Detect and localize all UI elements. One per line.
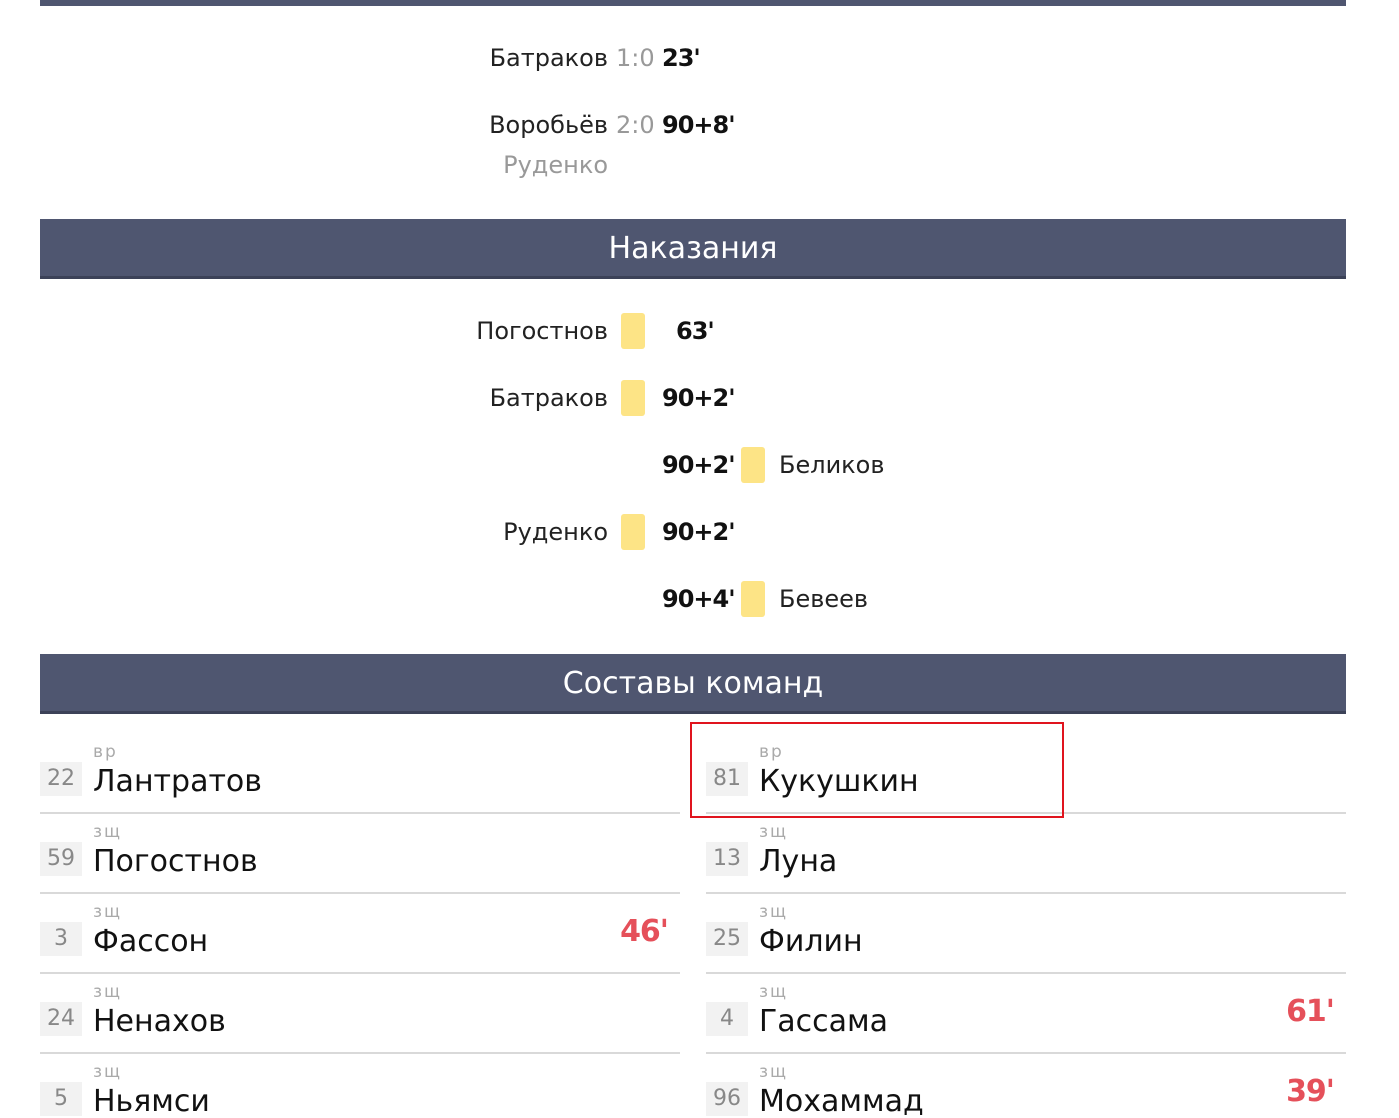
goal-scorer[interactable]: Батраков <box>490 44 608 72</box>
goal-row: Воробьёв 2:0 90+8' Руденко <box>0 111 1399 179</box>
away-player-row[interactable]: 96 зщ Мохаммад 39' <box>706 1054 1346 1118</box>
player-name[interactable]: Погостнов <box>93 844 258 879</box>
player-number: 13 <box>706 842 748 876</box>
yellow-card-icon <box>621 380 645 416</box>
goal-score: 1:0 <box>616 44 655 72</box>
player-position: вр <box>93 742 118 762</box>
player-position: зщ <box>93 902 123 922</box>
penalty-minute: 90+2' <box>662 518 736 546</box>
home-player-row[interactable]: 5 зщ Ньямси <box>40 1054 680 1118</box>
penalty-player[interactable]: Бевеев <box>779 585 868 613</box>
penalty-row: 90+4' Бевеев <box>0 581 1399 625</box>
home-player-row[interactable]: 3 зщ Фассон 46' <box>40 894 680 974</box>
penalties-header: Наказания <box>40 219 1346 279</box>
away-player-row[interactable]: 25 зщ Филин <box>706 894 1346 974</box>
player-name[interactable]: Ньямси <box>93 1084 210 1118</box>
penalty-row: Батраков 90+2' <box>0 380 1399 424</box>
penalty-row: Руденко 90+2' <box>0 514 1399 558</box>
player-name[interactable]: Фассон <box>93 924 208 959</box>
penalty-player[interactable]: Руденко <box>503 518 608 546</box>
yellow-card-icon <box>741 581 765 617</box>
substitution-minute: 61' <box>1286 994 1335 1029</box>
player-name[interactable]: Филин <box>759 924 863 959</box>
penalty-row: Погостнов 63' <box>0 313 1399 357</box>
goal-minute: 90+8' <box>662 111 736 139</box>
player-position: зщ <box>93 982 123 1002</box>
player-number: 25 <box>706 922 748 956</box>
player-number: 5 <box>40 1082 82 1116</box>
goal-row: Батраков 1:0 23' <box>0 44 1399 84</box>
lineups-header: Составы команд <box>40 654 1346 714</box>
substitution-minute: 39' <box>1286 1074 1335 1109</box>
penalty-minute: 63' <box>676 317 715 345</box>
section-header-bar <box>40 0 1346 6</box>
penalty-player[interactable]: Беликов <box>779 451 885 479</box>
player-number: 24 <box>40 1002 82 1036</box>
goal-score: 2:0 <box>616 111 655 139</box>
player-position: зщ <box>93 822 123 842</box>
player-name[interactable]: Ненахов <box>93 1004 226 1039</box>
player-name[interactable]: Лантратов <box>93 764 262 799</box>
player-number: 4 <box>706 1002 748 1036</box>
player-number: 3 <box>40 922 82 956</box>
player-position: зщ <box>759 902 789 922</box>
away-player-row[interactable]: 4 зщ Гассама 61' <box>706 974 1346 1054</box>
yellow-card-icon <box>621 313 645 349</box>
player-name[interactable]: Луна <box>759 844 837 879</box>
player-number: 59 <box>40 842 82 876</box>
goal-assist[interactable]: Руденко <box>503 151 608 179</box>
player-position: зщ <box>759 822 789 842</box>
penalty-minute: 90+2' <box>662 451 736 479</box>
selection-highlight-box <box>690 722 1064 818</box>
penalty-minute: 90+4' <box>662 585 736 613</box>
home-player-row[interactable]: 24 зщ Ненахов <box>40 974 680 1054</box>
yellow-card-icon <box>741 447 765 483</box>
yellow-card-icon <box>621 514 645 550</box>
player-position: зщ <box>759 1062 789 1082</box>
substitution-minute: 46' <box>620 914 669 949</box>
home-player-row[interactable]: 59 зщ Погостнов <box>40 814 680 894</box>
home-player-row[interactable]: 22 вр Лантратов <box>40 734 680 814</box>
away-player-row[interactable]: 13 зщ Луна <box>706 814 1346 894</box>
penalty-player[interactable]: Погостнов <box>476 317 608 345</box>
player-position: зщ <box>93 1062 123 1082</box>
goal-scorer[interactable]: Воробьёв <box>489 111 608 139</box>
player-name[interactable]: Мохаммад <box>759 1084 924 1118</box>
penalty-minute: 90+2' <box>662 384 736 412</box>
goal-minute: 23' <box>662 44 701 72</box>
player-position: зщ <box>759 982 789 1002</box>
penalty-row: 90+2' Беликов <box>0 447 1399 491</box>
player-number: 22 <box>40 762 82 796</box>
player-name[interactable]: Гассама <box>759 1004 888 1039</box>
player-number: 96 <box>706 1082 748 1116</box>
penalty-player[interactable]: Батраков <box>490 384 608 412</box>
